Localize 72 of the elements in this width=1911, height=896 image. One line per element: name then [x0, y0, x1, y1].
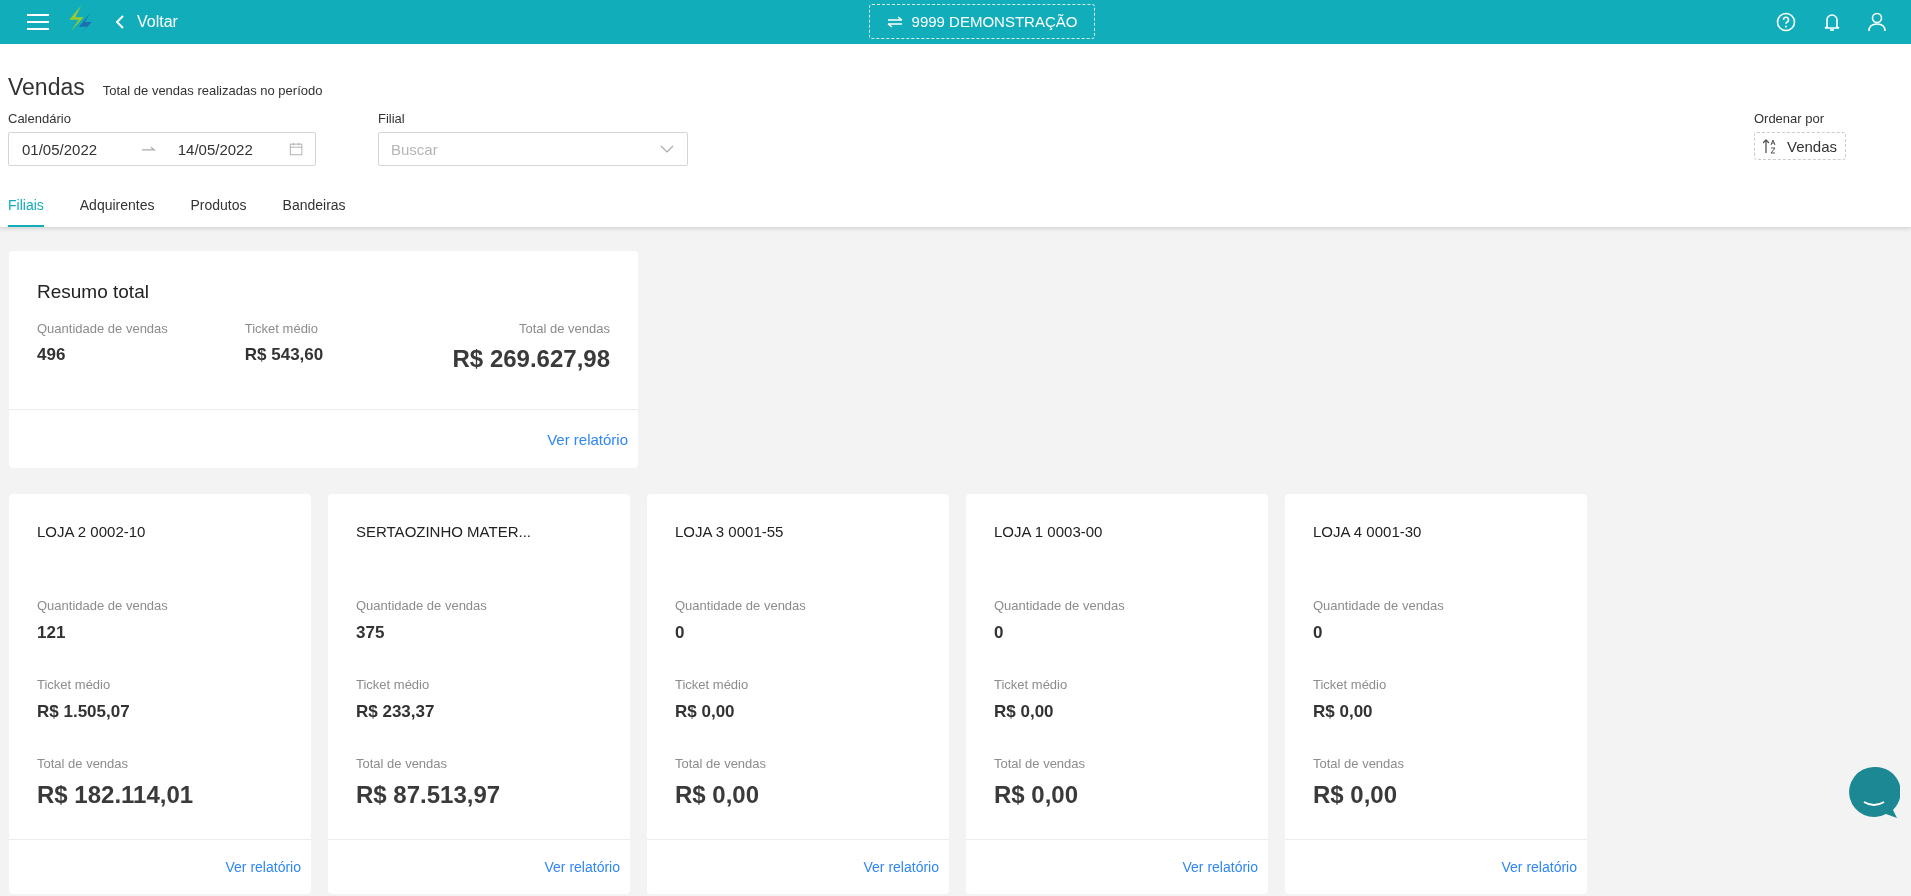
tab[interactable]: Produtos	[190, 188, 247, 227]
metric-value: R$ 543,60	[244, 345, 325, 365]
metric-value: R$ 0,00	[675, 702, 735, 722]
metric-label: Total de vendas	[518, 321, 610, 336]
metric-label: Quantidade de vendas	[356, 598, 487, 613]
store-name: LOJA 2 0002-10	[37, 523, 146, 540]
metric-value: 0	[1313, 623, 1323, 643]
card-title: Resumo total	[37, 281, 150, 303]
metric-value: R$ 0,00	[994, 702, 1054, 722]
branch-select[interactable]: Buscar	[378, 132, 688, 166]
swap-icon	[886, 15, 903, 28]
page-title: Vendas	[8, 74, 85, 101]
metric-value: 496	[37, 345, 67, 365]
metric-value: 375	[356, 623, 385, 643]
chat-bubble-icon[interactable]	[1848, 766, 1900, 820]
tab[interactable]: Filiais	[8, 188, 44, 227]
metric-value: R$ 87.513,97	[356, 781, 501, 809]
metric-value: R$ 0,00	[1313, 702, 1373, 722]
metric-label: Total de vendas	[1313, 756, 1405, 771]
branch-label: Filial	[378, 111, 406, 126]
store-name: LOJA 1 0003-00	[994, 523, 1103, 540]
metric-value: 121	[37, 623, 66, 643]
metric-value: R$ 233,37	[356, 702, 435, 722]
tab[interactable]: Adquirentes	[79, 188, 155, 227]
report-link[interactable]: Ver relatório	[547, 430, 628, 448]
metric-value: R$ 1.505,07	[37, 702, 130, 722]
metric-label: Ticket médio	[675, 677, 749, 692]
metric-label: Ticket médio	[356, 677, 430, 692]
bell-icon[interactable]	[1823, 12, 1841, 32]
tab[interactable]: Bandeiras	[282, 188, 346, 227]
sort-button[interactable]: Vendas	[1753, 132, 1846, 160]
chevron-down-icon	[660, 145, 674, 153]
metric-value: R$ 182.114,01	[37, 781, 194, 809]
store-name: SERTAOZINHO MATER...	[356, 523, 531, 540]
store-name: LOJA 4 0001-30	[1313, 523, 1422, 540]
metric-value: 0	[994, 623, 1004, 643]
report-link[interactable]: Ver relatório	[863, 859, 939, 875]
metric-label: Quantidade de vendas	[1313, 598, 1444, 613]
report-link[interactable]: Ver relatório	[225, 859, 301, 875]
report-link[interactable]: Ver relatório	[1182, 859, 1258, 875]
back-button[interactable]: Voltar	[115, 13, 178, 31]
sort-icon	[1762, 138, 1777, 154]
metric-label: Ticket médio	[244, 321, 319, 336]
calendar-label: Calendário	[8, 111, 72, 126]
sort-label: Ordenar por	[1753, 111, 1826, 126]
report-link[interactable]: Ver relatório	[1501, 859, 1577, 875]
metric-label: Total de vendas	[37, 756, 129, 771]
date-range-field[interactable]: 01/05/2022 14/05/2022	[8, 132, 316, 166]
metric-value: R$ 0,00	[994, 781, 1079, 809]
metric-label: Ticket médio	[994, 677, 1068, 692]
page-subtitle: Total de vendas realizadas no período	[102, 83, 323, 98]
metric-label: Quantidade de vendas	[37, 321, 169, 336]
metric-label: Total de vendas	[356, 756, 448, 771]
metric-label: Quantidade de vendas	[675, 598, 806, 613]
help-icon[interactable]	[1776, 12, 1796, 32]
metric-label: Ticket médio	[37, 677, 111, 692]
metric-label: Total de vendas	[675, 756, 767, 771]
company-switch-button[interactable]: 9999 DEMONSTRAÇÃO	[869, 4, 1095, 39]
metric-label: Quantidade de vendas	[37, 598, 168, 613]
metric-value: R$ 269.627,98	[452, 345, 610, 373]
calendar-icon	[288, 141, 303, 157]
metric-label: Ticket médio	[1313, 677, 1387, 692]
metric-value: R$ 0,00	[1313, 781, 1398, 809]
metric-value: R$ 0,00	[675, 781, 760, 809]
report-link[interactable]: Ver relatório	[544, 859, 620, 875]
menu-icon[interactable]	[27, 14, 49, 30]
store-name: LOJA 3 0001-55	[675, 523, 784, 540]
user-icon[interactable]	[1868, 12, 1886, 32]
metric-label: Total de vendas	[994, 756, 1086, 771]
chevron-left-icon	[115, 15, 125, 29]
metric-value: 0	[675, 623, 685, 643]
metric-label: Quantidade de vendas	[994, 598, 1125, 613]
